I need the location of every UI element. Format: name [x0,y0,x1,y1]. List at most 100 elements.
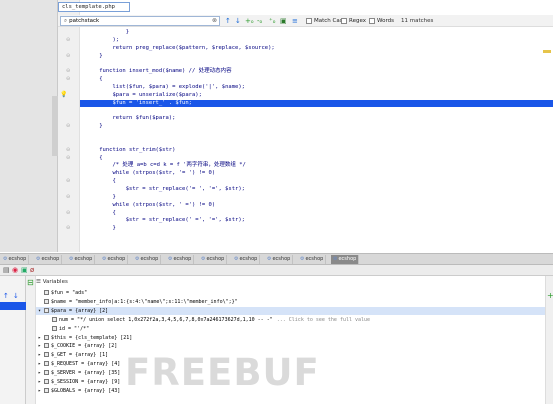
code-line[interactable]: return preg_replace($pattern, $replace, … [80,45,274,52]
fold-marker-icon[interactable]: ⊖ [66,76,70,83]
debug-tab-label: ecshop [74,256,93,262]
debug-tab-label: ecshop [239,256,258,262]
code-line[interactable]: { [80,178,115,185]
code-line[interactable]: } [80,29,129,36]
find-previous-icon[interactable]: ↑ [225,16,231,26]
debug-tab[interactable]: ⚙ecshop [298,255,327,264]
code-line[interactable]: list($fun, $para) = explode('|', $name); [80,84,244,91]
code-line[interactable]: return $fun($para); [80,115,175,122]
debug-tab-label: ecshop [338,256,357,262]
code-line[interactable]: } [80,225,115,232]
watches-toolbar: + [545,276,553,404]
code-line[interactable]: ); [80,37,119,44]
variable-row[interactable]: id = "'/*" [36,325,89,333]
fold-marker-icon[interactable]: ⊖ [66,178,70,185]
debug-tab[interactable]: ⚙ecshop [199,255,228,264]
code-line[interactable] [80,60,86,67]
frame-up-icon[interactable]: ↑ [3,292,9,300]
regex-checkbox[interactable]: Regex [341,17,366,25]
debug-tab[interactable]: ⚙ecshop [34,255,63,264]
search-value: patchstack [69,18,100,24]
code-line[interactable]: $para = unserialize($para); [80,92,201,99]
settings-icon[interactable]: ≡ [292,16,298,26]
php-script-icon: ⚙ [135,256,140,262]
mute-breakpoints-icon[interactable]: ø [30,265,34,276]
filter-icon[interactable]: ▣ [280,16,287,26]
debug-tab[interactable]: ⚙ecshop [133,255,162,264]
variable-row[interactable]: $name = "member_info|a:1:{s:4:\"name\";s… [36,298,238,306]
file-tab[interactable]: cls_template.php [58,2,130,12]
code-line[interactable]: } [80,53,102,60]
variable-row[interactable]: ▸ $GLOBALS = {array} [43] [36,387,120,395]
fold-marker-icon[interactable]: ⊖ [66,194,70,201]
fold-marker-icon[interactable]: ⊖ [66,37,70,44]
frames-panel: ↑ ↓ [0,276,26,404]
variable-row[interactable]: ▸ $_REQUEST = {array} [4] [36,360,120,368]
code-line[interactable]: /* 处理 a=b c=d k = f '两字符串，处理数组 */ [80,162,245,169]
code-line[interactable] [80,108,86,115]
debug-tab[interactable]: ⚙ecshop [100,255,129,264]
variable-row[interactable]: ▸ $_COOKIE = {array} [2] [36,342,117,350]
fold-marker-icon[interactable]: ⊖ [66,225,70,232]
match-case-checkbox[interactable]: Match Case [306,17,346,25]
debug-tab[interactable]: ⚙ecshop [331,255,360,264]
code-line[interactable]: function str_trim($str) [80,147,175,154]
fold-marker-icon[interactable]: ⊖ [66,68,70,75]
words-checkbox[interactable]: Words [369,17,394,25]
code-line[interactable]: while (strpos($str, ' =') != 0) [80,202,215,209]
variable-row[interactable]: ▸ $_GET = {array} [1] [36,351,108,359]
variable-row[interactable]: $fun = "ads" [36,289,87,297]
expand-all-icon[interactable]: ⊟ [27,279,34,287]
fold-marker-icon[interactable]: ⊖ [66,53,70,60]
code-line[interactable]: $str = str_replace(' =', '=', $str); [80,217,245,224]
full-value-link[interactable]: ... Click to see the full value [277,317,370,323]
variable-row[interactable]: ▾ $para = {array} [2] [36,306,545,315]
variables-header: ☰ Variables [36,279,68,285]
fold-marker-icon[interactable]: ⊖ [66,155,70,162]
code-line[interactable]: { [80,76,102,83]
code-line[interactable] [80,139,86,146]
select-all-occurrences-icon[interactable]: ⁺ₒ [269,16,276,26]
code-line[interactable] [80,131,86,138]
debug-tab-label: ecshop [140,256,159,262]
debug-tab[interactable]: ⚙ecshop [265,255,294,264]
variable-row[interactable]: ▸ $_SESSION = {array} [9] [36,378,120,386]
php-script-icon: ⚙ [102,256,107,262]
fold-marker-icon[interactable]: ⊖ [66,123,70,130]
variables-side-toolbar: ⊟ [26,276,36,404]
debug-tab-bar: ⚙ecshop ⚙ecshop ⚙ecshop ⚙ecshop ⚙ecshop ⚙ecsh… [0,253,553,265]
code-editor[interactable]: } ); return preg_replace($pattern, $repl… [80,0,553,252]
add-watch-icon[interactable]: + [547,292,553,300]
fold-marker-icon[interactable]: ⊖ [66,210,70,217]
code-line[interactable]: { [80,155,102,162]
resume-icon[interactable]: ▣ [21,265,28,276]
lightbulb-icon[interactable]: 💡 [60,91,67,98]
variable-value: $_COOKIE = {array} [2] [51,343,118,350]
stop-icon[interactable]: ◉ [12,265,18,276]
layout-icon[interactable]: ▤ [3,265,10,276]
debug-tab[interactable]: ⚙ecshop [67,255,96,264]
code-line[interactable]: } [80,123,102,130]
code-line[interactable]: $str = str_replace('= ', '=', $str); [80,186,245,193]
code-line[interactable]: $fun = 'insert_' . $fun; [80,99,553,107]
code-line[interactable]: function insert_mod($name) // 处理动态内容 [80,68,231,75]
add-occurrence-icon[interactable]: +ₒ [245,16,254,26]
fold-marker-icon[interactable]: ⊖ [66,147,70,154]
debug-tab[interactable]: ⚙ecshop [1,255,30,264]
selected-frame[interactable] [0,302,26,310]
frame-down-icon[interactable]: ↓ [13,292,19,300]
variable-type-icon [52,325,57,331]
variable-row[interactable]: ▸ $this = {cls_template} [21] [36,334,132,342]
variable-row[interactable]: ▸ $_SERVER = {array} [35] [36,369,120,377]
debug-tab[interactable]: ⚙ecshop [166,255,195,264]
code-line[interactable]: while (strpos($str, '= ') != 0) [80,170,215,177]
code-line[interactable]: } [80,194,115,201]
search-input[interactable]: ⌕ patchstack ⊗ [60,16,220,26]
debug-tab[interactable]: ⚙ecshop [232,255,261,264]
php-script-icon: ⚙ [3,256,8,262]
clear-search-icon[interactable]: ⊗ [212,17,217,25]
remove-occurrence-icon[interactable]: -ₒ [257,16,262,26]
find-next-icon[interactable]: ↓ [235,16,241,26]
code-line[interactable]: { [80,210,115,217]
variable-row[interactable]: num = "*/ union select 1,0x272f2a,3,4,5,… [36,316,370,324]
